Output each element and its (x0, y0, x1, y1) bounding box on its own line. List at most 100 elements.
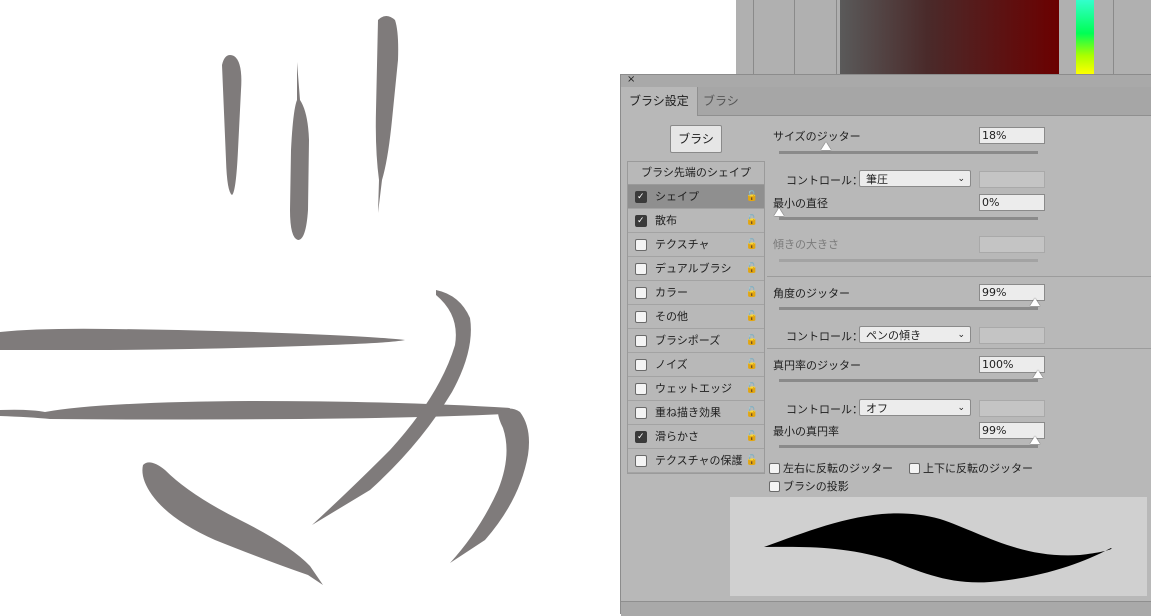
brush-projection-checkbox[interactable]: ブラシの投影 (769, 480, 849, 494)
lock-icon[interactable]: 🔓 (746, 305, 758, 328)
brush-stroke (375, 16, 399, 213)
brush-option-label: その他 (655, 310, 688, 323)
tab-brush-settings[interactable]: ブラシ設定 (621, 87, 698, 116)
min-diameter-slider[interactable] (774, 208, 1038, 220)
preview-stroke (764, 513, 1112, 583)
divider (1113, 0, 1114, 74)
lock-icon[interactable]: 🔓 (746, 425, 758, 448)
size-control-extra (979, 171, 1045, 188)
brush-tip-shape-header[interactable]: ブラシ先端のシェイプ (628, 162, 764, 185)
roundness-control-label: コントロール： (786, 403, 863, 416)
divider (753, 0, 754, 74)
checkbox-box[interactable] (635, 335, 647, 347)
brush-option-label: 重ね描き効果 (655, 406, 721, 419)
lock-icon[interactable]: 🔓 (746, 209, 758, 232)
angle-control-extra (979, 327, 1045, 344)
lock-icon[interactable]: 🔓 (746, 401, 758, 424)
checkbox-box[interactable] (635, 407, 647, 419)
divider (767, 276, 1151, 277)
lock-icon[interactable]: 🔓 (746, 329, 758, 352)
checkbox-box[interactable] (635, 263, 647, 275)
roundness-control-select[interactable]: オフ ⌄ (859, 399, 971, 416)
lock-icon[interactable]: 🔓 (746, 185, 758, 208)
angle-jitter-slider[interactable] (779, 298, 1041, 310)
chevron-down-icon: ⌄ (957, 330, 965, 340)
brush-option-row[interactable]: 重ね描き効果 🔓 (628, 401, 764, 425)
size-jitter-input[interactable]: 18% (979, 127, 1045, 144)
brush-stroke (290, 62, 309, 240)
checkbox-box[interactable] (635, 287, 647, 299)
brush-option-label: シェイプ (655, 190, 699, 203)
checkbox-box[interactable] (909, 463, 920, 474)
min-diameter-input[interactable]: 0% (979, 194, 1045, 211)
brush-option-row[interactable]: 滑らかさ 🔓 (628, 425, 764, 449)
brush-stroke (450, 408, 529, 563)
min-roundness-slider[interactable] (779, 436, 1041, 448)
checkbox-box[interactable] (769, 463, 780, 474)
tab-brushes[interactable]: ブラシ (695, 87, 747, 115)
brush-option-row[interactable]: テクスチャの保護 🔓 (628, 449, 764, 473)
slider-thumb[interactable] (1030, 436, 1041, 444)
brush-option-row[interactable]: ノイズ 🔓 (628, 353, 764, 377)
brush-option-label: 滑らかさ (655, 430, 699, 443)
flip-y-jitter-checkbox[interactable]: 上下に反転のジッター (909, 462, 1033, 476)
checkbox-box[interactable] (635, 383, 647, 395)
brush-option-label: カラー (655, 286, 688, 299)
brush-option-label: ウェットエッジ (655, 382, 732, 395)
brush-option-row[interactable]: テクスチャ 🔓 (628, 233, 764, 257)
checkbox-box[interactable] (635, 210, 647, 233)
brush-option-row[interactable]: ブラシポーズ 🔓 (628, 329, 764, 353)
lock-icon[interactable]: 🔓 (746, 233, 758, 256)
min-roundness-label: 最小の真円率 (773, 425, 839, 438)
roundness-jitter-slider[interactable] (779, 370, 1043, 382)
brush-option-row[interactable]: ウェットエッジ 🔓 (628, 377, 764, 401)
brush-option-label: デュアルブラシ (655, 262, 732, 275)
slider-thumb[interactable] (1033, 370, 1043, 378)
lock-icon[interactable]: 🔓 (746, 353, 758, 376)
size-jitter-slider[interactable] (779, 142, 1038, 154)
checkbox-box[interactable] (635, 359, 647, 371)
select-value: ペンの傾き (866, 329, 921, 342)
brush-stroke-preview (730, 497, 1147, 596)
lock-icon[interactable]: 🔓 (746, 449, 758, 472)
divider (767, 348, 1151, 349)
checkbox-box[interactable] (635, 186, 647, 209)
size-jitter-label: サイズのジッター (773, 130, 861, 143)
brush-option-label: 散布 (655, 214, 677, 227)
lock-icon[interactable]: 🔓 (746, 281, 758, 304)
brush-option-row[interactable]: 散布 🔓 (628, 209, 764, 233)
slider-thumb[interactable] (1030, 298, 1041, 306)
flip-y-jitter-label: 上下に反転のジッター (923, 462, 1033, 475)
brush-stroke (0, 328, 405, 350)
close-icon[interactable]: × (627, 74, 635, 85)
checkbox-box[interactable] (635, 426, 647, 449)
hue-slider[interactable] (1076, 0, 1094, 74)
color-picker-field[interactable] (840, 0, 1059, 74)
checkbox-box[interactable] (635, 239, 647, 251)
brush-option-label: ノイズ (655, 358, 688, 371)
checkbox-box[interactable] (635, 455, 647, 467)
lock-icon[interactable]: 🔓 (746, 377, 758, 400)
select-value: 筆圧 (866, 173, 888, 186)
brush-option-row[interactable]: その他 🔓 (628, 305, 764, 329)
checkbox-box[interactable] (635, 311, 647, 323)
chevron-down-icon: ⌄ (957, 403, 965, 413)
brush-preset-button[interactable]: ブラシ (670, 125, 722, 153)
flip-x-jitter-checkbox[interactable]: 左右に反転のジッター (769, 462, 893, 476)
flip-x-jitter-label: 左右に反転のジッター (783, 462, 893, 475)
brush-option-row[interactable]: シェイプ 🔓 (628, 185, 764, 209)
angle-jitter-label: 角度のジッター (773, 287, 850, 300)
brush-option-row[interactable]: カラー 🔓 (628, 281, 764, 305)
brush-stroke (222, 55, 242, 195)
size-control-select[interactable]: 筆圧 ⌄ (859, 170, 971, 187)
panel-title-bar: × (621, 74, 1151, 87)
slider-thumb[interactable] (774, 208, 784, 216)
tilt-scale-slider (779, 259, 1038, 262)
roundness-jitter-label: 真円率のジッター (773, 359, 861, 372)
lock-icon[interactable]: 🔓 (746, 257, 758, 280)
brush-settings-panel: × ブラシ設定 ブラシ ブラシ ブラシ先端のシェイプ シェイプ🔓散布🔓テクスチャ… (620, 74, 1151, 616)
slider-thumb[interactable] (820, 142, 831, 150)
angle-control-select[interactable]: ペンの傾き ⌄ (859, 326, 971, 343)
checkbox-box[interactable] (769, 481, 780, 492)
brush-option-row[interactable]: デュアルブラシ 🔓 (628, 257, 764, 281)
